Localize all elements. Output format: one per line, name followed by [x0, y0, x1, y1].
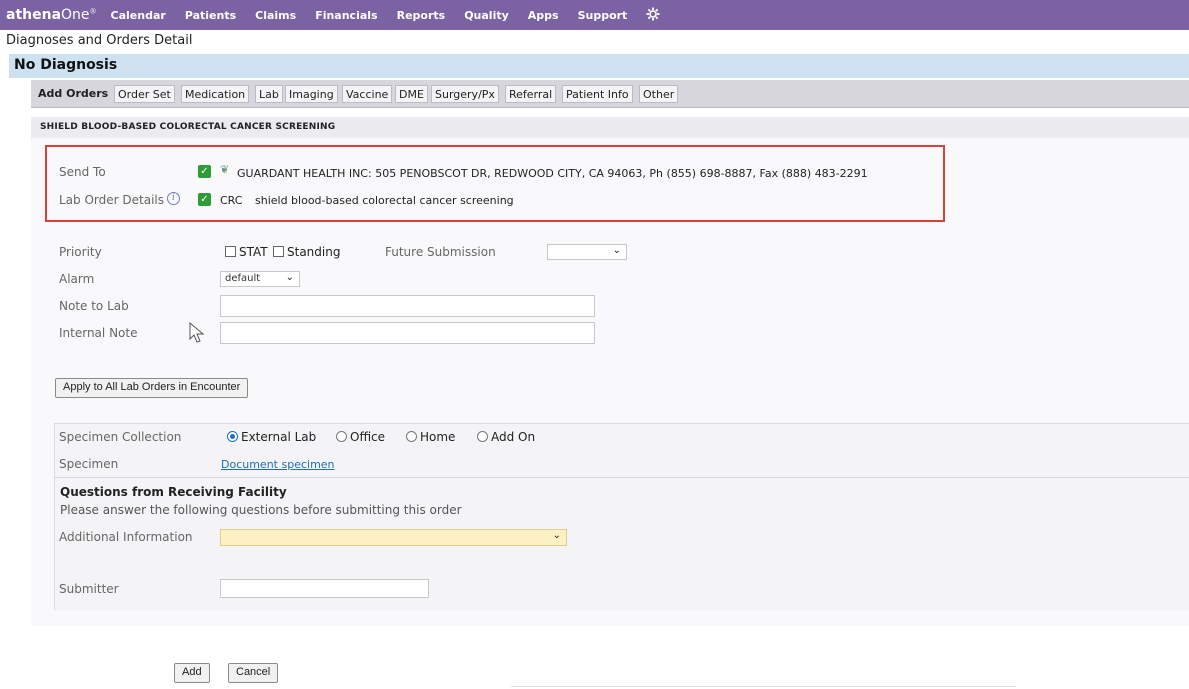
send-to-checkbox[interactable]: ✓ — [198, 165, 211, 178]
internal-note-label: Internal Note — [59, 326, 138, 340]
note-to-lab-input[interactable] — [220, 295, 595, 317]
submitter-input[interactable] — [220, 579, 429, 598]
chevron-down-icon: ⌄ — [552, 530, 561, 541]
info-icon[interactable]: i — [167, 192, 180, 205]
tab-surgery-px[interactable]: Surgery/Px — [431, 85, 499, 103]
cancel-button[interactable]: Cancel — [228, 663, 279, 683]
specimen-label: Specimen — [59, 457, 119, 471]
brand-mark: ® — [89, 7, 97, 16]
questions-heading: Questions from Receiving Facility — [60, 485, 287, 499]
add-on-label: Add On — [491, 430, 536, 444]
tab-medication[interactable]: Medication — [181, 85, 250, 103]
nav-apps[interactable]: Apps — [528, 9, 559, 22]
mouse-pointer-icon — [189, 321, 205, 348]
nav-patients[interactable]: Patients — [185, 9, 236, 22]
additional-information-label: Additional Information — [59, 530, 193, 544]
lab-order-details-checkbox[interactable]: ✓ — [198, 193, 211, 206]
top-navigation-bar: athenaOne® Calendar Patients Claims Fina… — [0, 0, 1189, 30]
stat-label: STAT — [239, 245, 268, 259]
tab-order-set[interactable]: Order Set — [114, 85, 175, 103]
future-submission-label: Future Submission — [385, 245, 496, 259]
brand-rest: One — [61, 7, 90, 23]
order-title: SHIELD BLOOD-BASED COLORECTAL CANCER SCR… — [31, 117, 1189, 138]
order-type-tabs: Add Orders Order Set Medication Lab Imag… — [31, 80, 1189, 108]
office-label: Office — [350, 430, 386, 444]
nav-support[interactable]: Support — [578, 9, 628, 22]
tab-add-orders[interactable]: Add Orders — [35, 85, 111, 103]
tab-lab[interactable]: Lab — [255, 85, 283, 103]
tab-dme[interactable]: DME — [395, 85, 428, 103]
internal-note-input[interactable] — [220, 322, 595, 344]
tab-imaging[interactable]: Imaging — [285, 85, 338, 103]
alarm-select[interactable]: default ⌄ — [220, 271, 300, 287]
external-lab-label: External Lab — [241, 430, 317, 444]
tab-patient-info[interactable]: Patient Info — [562, 85, 633, 103]
external-lab-radio[interactable] — [227, 431, 238, 442]
nav-quality[interactable]: Quality — [464, 9, 509, 22]
add-button[interactable]: Add — [174, 663, 210, 683]
chevron-down-icon: ⌄ — [612, 245, 621, 256]
page-title: Diagnoses and Orders Detail — [6, 33, 193, 48]
lab-order-details-label: Lab Order Details — [59, 193, 164, 207]
standing-label: Standing — [287, 245, 341, 259]
lab-order-description: shield blood-based colorectal cancer scr… — [255, 194, 514, 207]
send-to-value: GUARDANT HEALTH INC: 505 PENOBSCOT DR, R… — [237, 167, 868, 180]
tab-vaccine[interactable]: Vaccine — [342, 85, 393, 103]
document-specimen-link[interactable]: Document specimen — [221, 458, 335, 471]
athenaone-logo[interactable]: athenaOne® — [6, 7, 97, 23]
home-radio[interactable] — [406, 431, 417, 442]
tab-referral[interactable]: Referral — [505, 85, 557, 103]
note-to-lab-label: Note to Lab — [59, 299, 129, 313]
nav-claims[interactable]: Claims — [255, 9, 296, 22]
send-to-label: Send To — [59, 165, 106, 179]
alarm-label: Alarm — [59, 272, 95, 286]
office-radio[interactable] — [336, 431, 347, 442]
home-label: Home — [420, 430, 456, 444]
questions-subtext: Please answer the following questions be… — [60, 503, 462, 517]
nav-calendar[interactable]: Calendar — [111, 9, 166, 22]
brand-bold: athena — [6, 7, 62, 23]
bottom-divider — [511, 686, 1016, 687]
additional-information-select[interactable]: ⌄ — [220, 529, 567, 546]
add-on-radio[interactable] — [477, 431, 488, 442]
lab-leaf-icon: ❦ — [220, 163, 230, 176]
nav-financials[interactable]: Financials — [315, 9, 377, 22]
diagnosis-header: No Diagnosis — [9, 54, 1189, 78]
apply-to-all-lab-orders-button[interactable]: Apply to All Lab Orders in Encounter — [55, 378, 249, 398]
chevron-down-icon: ⌄ — [285, 272, 294, 283]
lab-order-code: CRC — [220, 194, 243, 207]
standing-checkbox[interactable] — [273, 246, 284, 257]
tab-other[interactable]: Other — [639, 85, 679, 103]
gear-icon[interactable] — [646, 7, 660, 24]
specimen-collection-label: Specimen Collection — [59, 430, 182, 444]
highlight-box — [45, 145, 945, 222]
stat-checkbox[interactable] — [225, 246, 236, 257]
priority-label: Priority — [59, 245, 102, 259]
alarm-value: default — [225, 273, 261, 284]
submitter-label: Submitter — [59, 582, 119, 596]
section-divider — [54, 477, 1189, 478]
nav-reports[interactable]: Reports — [397, 9, 446, 22]
future-submission-select[interactable]: ⌄ — [547, 244, 627, 260]
